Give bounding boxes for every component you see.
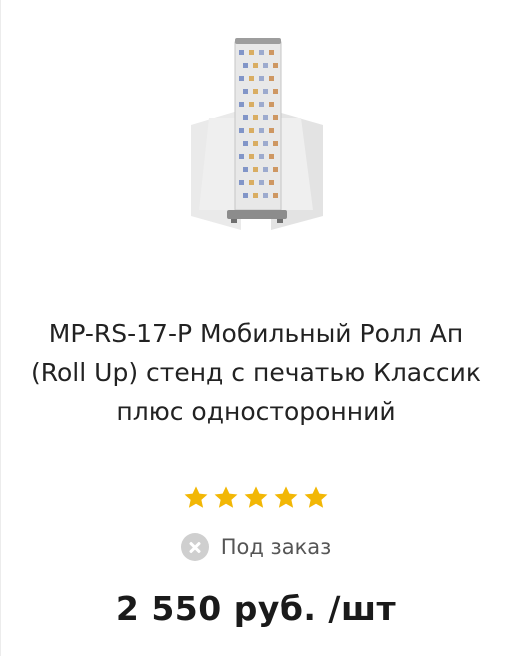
banner-print-dot (253, 167, 258, 172)
banner-print-dot (263, 115, 268, 120)
availability-status: Под заказ (1, 533, 510, 561)
banner-print-dot (253, 89, 258, 94)
banner-print-dot (239, 154, 244, 159)
banner-print-dot (273, 167, 278, 172)
banner-print-dot (259, 50, 264, 55)
banner-print-dot (263, 193, 268, 198)
banner-print-dot (259, 76, 264, 81)
banner-print-dot (243, 63, 248, 68)
product-image[interactable] (1, 30, 510, 240)
banner-print-dot (263, 141, 268, 146)
banner-print-dot (269, 154, 274, 159)
banner-print-dot (249, 180, 254, 185)
roll-up-stand-image (191, 38, 323, 230)
banner-print-dot (239, 76, 244, 81)
banner-print-dot (269, 102, 274, 107)
banner-print-dot (269, 128, 274, 133)
banner-print-dot (243, 89, 248, 94)
banner-print-dot (259, 128, 264, 133)
banner-print-dot (269, 180, 274, 185)
banner-print-dot (249, 76, 254, 81)
banner-print-dot (243, 167, 248, 172)
banner-print-dot (253, 63, 258, 68)
availability-label: Под заказ (220, 535, 332, 559)
product-card[interactable]: MP-RS-17-P Мобильный Ролл Ап (Roll Up) с… (0, 0, 510, 656)
banner-print-dot (263, 167, 268, 172)
banner-print-dot (273, 63, 278, 68)
rating-stars[interactable] (1, 484, 510, 512)
banner-print-dot (243, 141, 248, 146)
close-circle-icon (180, 533, 209, 561)
star-icon (214, 486, 238, 508)
banner-print-dot (259, 102, 264, 107)
banner-print-dot (249, 50, 254, 55)
banner-print-dot (259, 154, 264, 159)
banner-print-dot (253, 115, 258, 120)
banner-print-dot (273, 193, 278, 198)
product-price: 2 550 руб. /шт (115, 589, 397, 628)
banner-print-dot (259, 180, 264, 185)
banner-print-dot (253, 193, 258, 198)
banner-print-dot (249, 128, 254, 133)
star-icon (274, 486, 298, 508)
banner-print-dot (273, 141, 278, 146)
banner-print-dot (239, 128, 244, 133)
banner-print-dot (263, 89, 268, 94)
banner-print-dot (273, 89, 278, 94)
product-title[interactable]: MP-RS-17-P Мобильный Ролл Ап (Roll Up) с… (31, 314, 481, 431)
banner-print-dot (269, 50, 274, 55)
banner-print-dot (239, 50, 244, 55)
banner-print-dot (273, 115, 278, 120)
banner-print-dot (263, 63, 268, 68)
star-icon (244, 486, 268, 508)
banner-print-dot (249, 102, 254, 107)
banner-print-dot (239, 180, 244, 185)
banner-print-dot (269, 76, 274, 81)
banner-print-dot (249, 154, 254, 159)
star-icon (184, 486, 208, 508)
banner-print-dot (253, 141, 258, 146)
banner-print-dot (243, 193, 248, 198)
banner-print-dot (239, 102, 244, 107)
star-icon (304, 486, 328, 508)
banner-print-dot (243, 115, 248, 120)
